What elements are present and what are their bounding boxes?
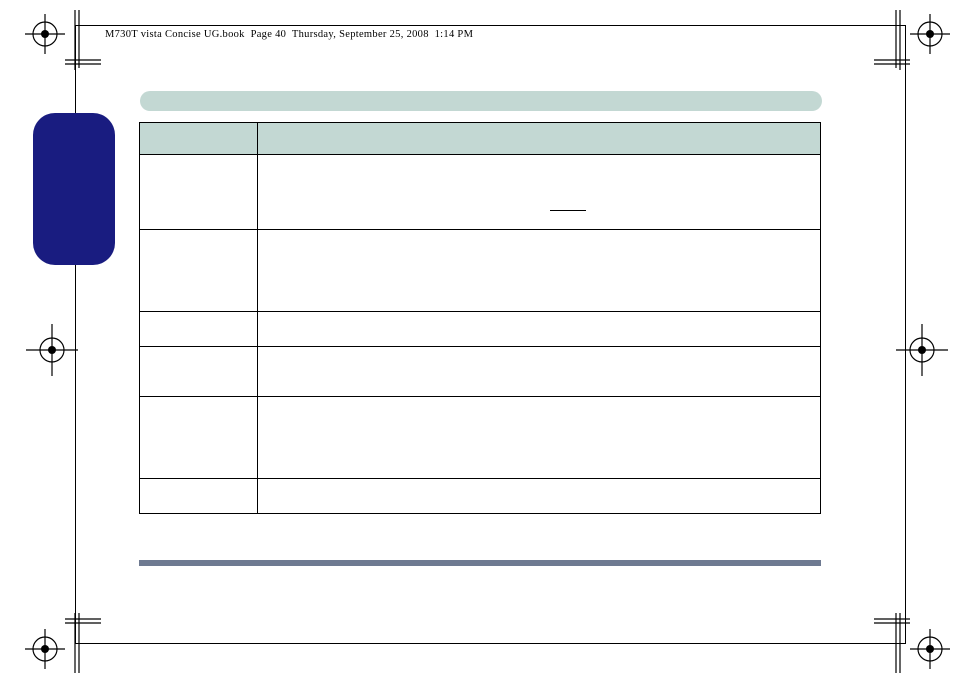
inline-underline <box>550 210 586 211</box>
content-table <box>139 122 821 514</box>
table-row <box>140 397 821 479</box>
crop-mark-icon <box>874 10 954 82</box>
book-header-line: M730T vista Concise UG.book Page 40 Thur… <box>105 29 473 40</box>
crop-mark-icon <box>21 10 101 82</box>
table-header-row <box>140 123 821 155</box>
crop-mark-icon <box>874 595 954 673</box>
footer-accent-bar <box>139 560 821 566</box>
table-row <box>140 312 821 347</box>
crop-frame-right <box>905 25 906 644</box>
crop-mark-icon <box>24 322 80 378</box>
chapter-tab <box>33 113 115 265</box>
section-title-pill <box>140 91 822 111</box>
crop-mark-icon <box>894 322 950 378</box>
table-row <box>140 479 821 514</box>
crop-mark-icon <box>21 595 101 673</box>
crop-frame-top <box>75 25 906 26</box>
table-row <box>140 347 821 397</box>
crop-frame-bottom <box>75 643 906 644</box>
table-header-cell <box>140 123 258 155</box>
table-row <box>140 155 821 230</box>
table-header-cell <box>258 123 821 155</box>
table-row <box>140 230 821 312</box>
